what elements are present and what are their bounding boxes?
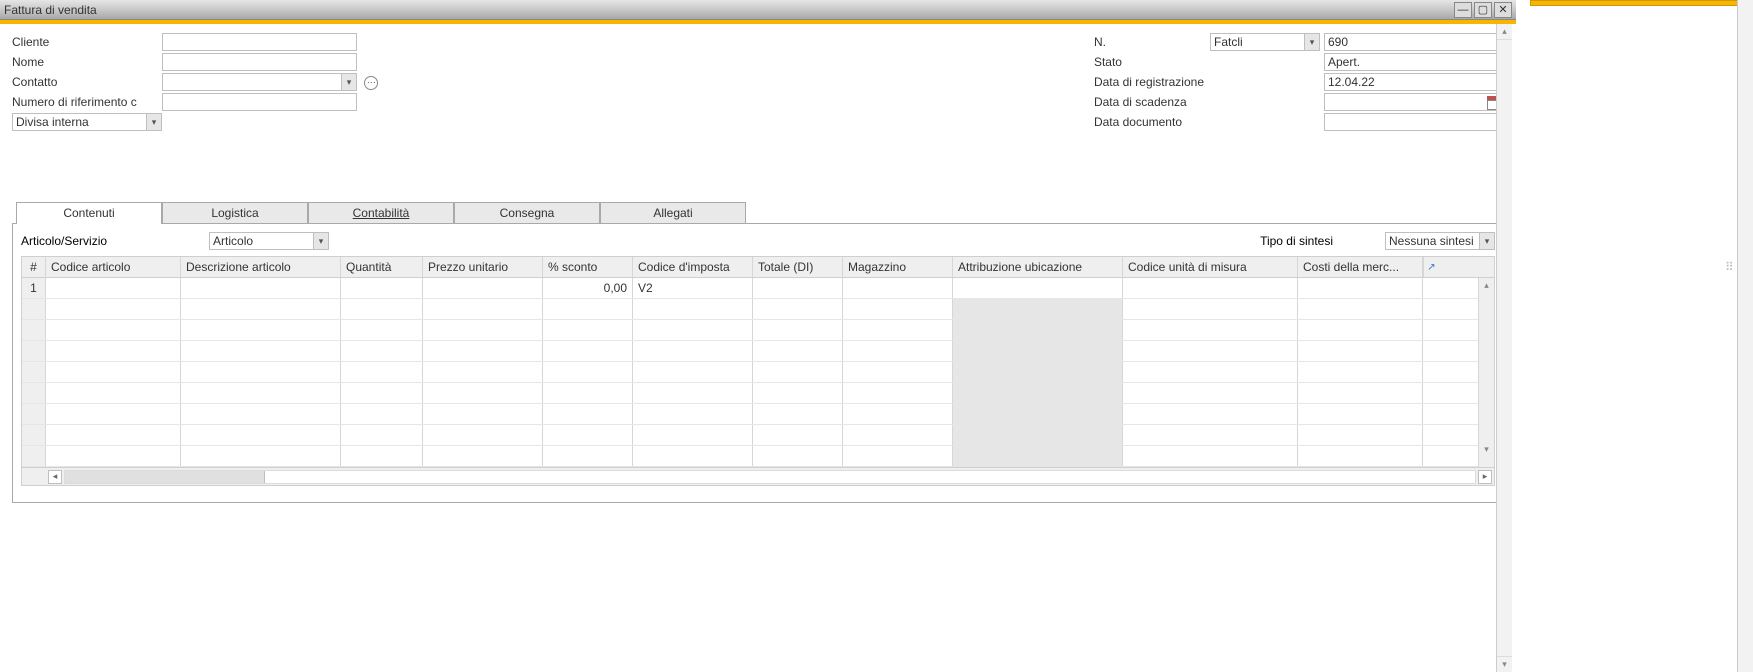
articolo-servizio-select[interactable]: Articolo (209, 232, 329, 250)
table-row[interactable] (22, 341, 1478, 362)
cliente-input[interactable] (162, 33, 357, 51)
col-totale-di[interactable]: Totale (DI) (753, 257, 843, 277)
n-label: N. (1094, 32, 1210, 52)
col-codice-imposta[interactable]: Codice d'imposta (633, 257, 753, 277)
cell-pct-sconto[interactable]: 0,00 (543, 278, 633, 298)
table-row[interactable] (22, 446, 1478, 467)
nome-label: Nome (12, 52, 162, 72)
data-doc-input[interactable] (1324, 113, 1504, 131)
panel-top-controls: Articolo/Servizio Articolo ▾ Tipo di sin… (21, 232, 1495, 250)
cell-totale-di[interactable] (753, 278, 843, 298)
col-descrizione[interactable]: Descrizione articolo (181, 257, 341, 277)
cell-codice-articolo[interactable] (46, 278, 181, 298)
col-rownum[interactable]: # (22, 257, 46, 277)
tab-allegati[interactable]: Allegati (600, 202, 746, 223)
stato-input[interactable] (1324, 53, 1504, 71)
grid-body: 1 0,00 V2 (22, 278, 1478, 467)
hscroll-thumb[interactable] (65, 471, 265, 483)
tab-logistica[interactable]: Logistica (162, 202, 308, 223)
expand-grid-icon[interactable]: ↗ (1423, 257, 1439, 277)
cell-codice-um[interactable] (1123, 278, 1298, 298)
data-scad-label: Data di scadenza (1094, 92, 1210, 112)
info-icon[interactable]: ⋯ (364, 76, 378, 90)
tipo-sintesi-label: Tipo di sintesi (1260, 234, 1333, 248)
tabs: Contenuti Logistica Contabilità Consegna… (12, 202, 1504, 503)
scroll-right-icon[interactable]: ▸ (1478, 470, 1492, 484)
row-num: 1 (22, 278, 46, 298)
col-prezzo-unitario[interactable]: Prezzo unitario (423, 257, 543, 277)
grid-hscroll[interactable]: ◂ ▸ (22, 467, 1494, 485)
stato-label: Stato (1094, 52, 1210, 72)
col-codice-um[interactable]: Codice unità di misura (1123, 257, 1298, 277)
data-scad-input[interactable] (1324, 93, 1504, 111)
panel-vscroll[interactable]: ▴ ▾ (1496, 24, 1512, 672)
divisa-select[interactable]: Divisa interna (12, 113, 162, 131)
title-bar: Fattura di vendita — ▢ ✕ (0, 0, 1516, 20)
tab-row: Contenuti Logistica Contabilità Consegna… (12, 202, 1504, 223)
col-attribuzione-ubicazione[interactable]: Attribuzione ubicazione (953, 257, 1123, 277)
tab-consegna[interactable]: Consegna (454, 202, 600, 223)
header-form: Cliente Nome Contatto ▾ ⋯ Numero di rife… (12, 32, 1504, 132)
table-row[interactable] (22, 320, 1478, 341)
cell-quantita[interactable] (341, 278, 423, 298)
items-grid: # Codice articolo Descrizione articolo Q… (21, 256, 1495, 486)
outer-vscroll[interactable] (1737, 0, 1753, 672)
maximize-button[interactable]: ▢ (1474, 2, 1492, 18)
n-value-input[interactable] (1324, 33, 1504, 51)
grip-icon[interactable]: ⠿ (1725, 260, 1733, 280)
cell-prezzo-unitario[interactable] (423, 278, 543, 298)
n-type-select[interactable]: Fatcli (1210, 33, 1320, 51)
close-button[interactable]: ✕ (1494, 2, 1512, 18)
tab-contabilita[interactable]: Contabilità (308, 202, 454, 223)
articolo-servizio-label: Articolo/Servizio (21, 234, 107, 248)
col-quantita[interactable]: Quantità (341, 257, 423, 277)
tab-contenuti[interactable]: Contenuti (16, 202, 162, 223)
left-form: Cliente Nome Contatto ▾ ⋯ Numero di rife… (12, 32, 378, 132)
table-row[interactable] (22, 383, 1478, 404)
window-title: Fattura di vendita (4, 3, 1452, 17)
data-doc-label: Data documento (1094, 112, 1210, 132)
minimize-button[interactable]: — (1454, 2, 1472, 18)
scroll-left-icon[interactable]: ◂ (48, 470, 62, 484)
cliente-label: Cliente (12, 32, 162, 52)
tab-panel-contenuti: Articolo/Servizio Articolo ▾ Tipo di sin… (12, 223, 1504, 503)
table-row[interactable] (22, 404, 1478, 425)
numero-rif-input[interactable] (162, 93, 357, 111)
secondary-accent-strip (1530, 0, 1750, 6)
cell-costi-merc[interactable] (1298, 278, 1423, 298)
contatto-label: Contatto (12, 72, 162, 92)
col-codice-articolo[interactable]: Codice articolo (46, 257, 181, 277)
col-pct-sconto[interactable]: % sconto (543, 257, 633, 277)
hscroll-track[interactable] (64, 470, 1476, 484)
scroll-up-icon[interactable]: ▴ (1479, 278, 1494, 292)
data-reg-label: Data di registrazione (1094, 72, 1210, 92)
table-row[interactable] (22, 299, 1478, 320)
content-area: Cliente Nome Contatto ▾ ⋯ Numero di rife… (0, 24, 1516, 503)
col-magazzino[interactable]: Magazzino (843, 257, 953, 277)
cell-attribuzione[interactable] (953, 278, 1123, 298)
scroll-up-icon[interactable]: ▴ (1497, 24, 1512, 40)
numero-rif-label: Numero di riferimento c (12, 92, 162, 112)
grid-vscroll[interactable]: ▴ ▾ (1478, 278, 1494, 467)
contatto-select[interactable] (162, 73, 357, 91)
cell-magazzino[interactable] (843, 278, 953, 298)
col-costi-merc[interactable]: Costi della merc... (1298, 257, 1423, 277)
scroll-down-icon[interactable]: ▾ (1479, 442, 1494, 456)
table-row[interactable] (22, 362, 1478, 383)
cell-codice-imposta[interactable]: V2 (633, 278, 753, 298)
data-reg-input[interactable] (1324, 73, 1504, 91)
table-row[interactable]: 1 0,00 V2 (22, 278, 1478, 299)
grid-header: # Codice articolo Descrizione articolo Q… (22, 257, 1494, 278)
tipo-sintesi-select[interactable]: Nessuna sintesi (1385, 232, 1495, 250)
scroll-down-icon[interactable]: ▾ (1497, 656, 1512, 672)
table-row[interactable] (22, 425, 1478, 446)
right-form: N. Fatcli ▾ Stato Data di registrazione (1094, 32, 1504, 132)
cell-descrizione[interactable] (181, 278, 341, 298)
nome-input[interactable] (162, 53, 357, 71)
